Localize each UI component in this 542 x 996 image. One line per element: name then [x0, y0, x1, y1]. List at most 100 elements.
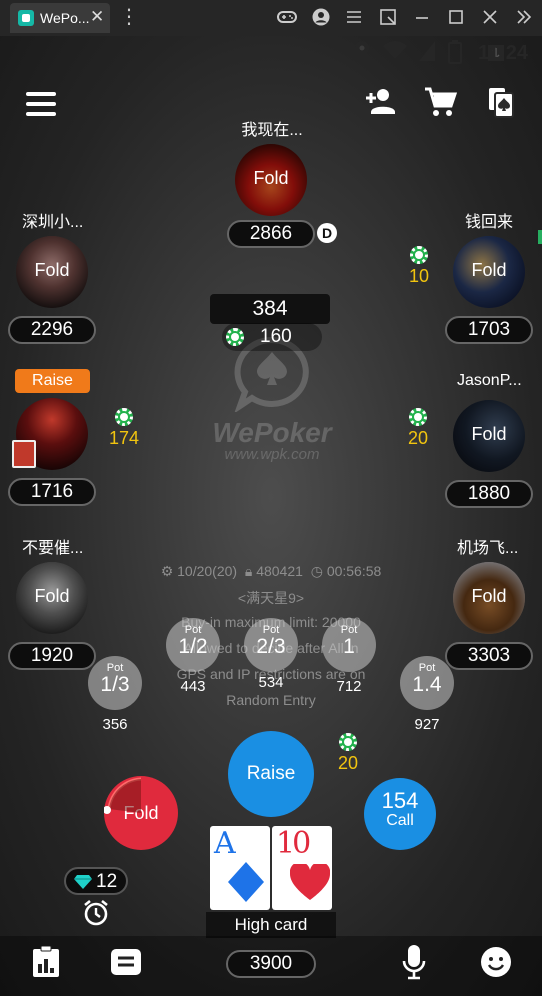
- heart-suit-icon: [290, 864, 330, 900]
- rule-line: Random Entry: [226, 692, 316, 708]
- pot-amount: 534: [258, 674, 284, 691]
- player-name: 不要催...: [22, 540, 84, 557]
- more-vertical-icon[interactable]: ⋮: [118, 6, 140, 28]
- minimize-icon[interactable]: [411, 6, 433, 28]
- seat-right-mid[interactable]: JasonP... Fold 1880: [445, 372, 535, 522]
- edge-indicator: [538, 230, 542, 244]
- bet-amount: 20: [337, 753, 359, 773]
- call-amount: 154: [381, 788, 419, 813]
- bet-amount: 174: [108, 428, 140, 448]
- shop-cart-icon[interactable]: [422, 84, 458, 120]
- diamond-balance[interactable]: 12: [64, 867, 128, 895]
- player-stack: 1703: [445, 316, 533, 344]
- call-label: Call: [386, 812, 414, 829]
- pot-fraction: 1: [343, 635, 355, 658]
- player-bet: 20: [398, 408, 438, 449]
- location-icon: [355, 41, 369, 61]
- pot-full-button[interactable]: Pot 1: [322, 618, 376, 672]
- player-name: 深圳小...: [22, 214, 84, 231]
- status-bar: 11:24: [0, 36, 542, 72]
- app-logo-icon: [18, 10, 34, 26]
- room-name: <满天星9>: [237, 590, 305, 606]
- dealer-button: D: [317, 223, 337, 243]
- diamond-suit-icon: [228, 862, 264, 902]
- call-button[interactable]: 154 Call: [364, 778, 436, 850]
- window-titlebar: WePo... ✕ ⋮: [0, 0, 542, 36]
- avatar: Fold: [235, 144, 307, 216]
- add-friend-icon[interactable]: [362, 84, 398, 120]
- chip-icon: [409, 408, 427, 426]
- bet-amount: 10: [408, 266, 430, 286]
- sidebar-expand-icon[interactable]: [513, 6, 535, 28]
- seat-right-low[interactable]: 机场飞... Fold 3303: [445, 534, 535, 684]
- gamepad-icon[interactable]: [276, 6, 298, 28]
- hamburger-icon[interactable]: [343, 6, 365, 28]
- pot-fraction: 1/2: [178, 635, 208, 658]
- pot-total: 384: [210, 294, 330, 324]
- hand-rank-label: High card: [234, 915, 308, 934]
- pot-two-thirds-button[interactable]: Pot 2/3: [244, 618, 298, 672]
- menu-icon[interactable]: [26, 92, 56, 116]
- signal-icon: [419, 41, 435, 61]
- seat-top[interactable]: 我现在... Fold 2866: [227, 116, 317, 266]
- statistics-icon[interactable]: [32, 946, 60, 978]
- maximize-icon[interactable]: [445, 6, 467, 28]
- avatar: Fold: [453, 236, 525, 308]
- fold-status: Fold: [34, 260, 70, 280]
- chip-icon: [339, 733, 357, 751]
- watermark-url: www.wpk.com: [224, 446, 320, 463]
- chip-icon: [226, 328, 244, 346]
- fold-status: Fold: [471, 260, 507, 280]
- raise-button[interactable]: Raise: [228, 731, 314, 817]
- fold-button-wrap[interactable]: Fold: [104, 776, 178, 850]
- emoji-icon[interactable]: [480, 946, 512, 978]
- seat-left-top[interactable]: 深圳小... Fold 2296: [8, 208, 98, 358]
- blinds-icon: ⚙: [160, 563, 174, 579]
- seat-left-low[interactable]: 不要催... Fold 1920: [8, 534, 98, 684]
- pot-amount: 927: [414, 716, 440, 733]
- seat-right-top[interactable]: 钱回来 Fold 1703: [445, 208, 535, 358]
- tab-close-icon[interactable]: ✕: [90, 7, 104, 27]
- pin-window-icon[interactable]: [377, 6, 399, 28]
- player-stack: 1880: [445, 480, 533, 508]
- card-rank: 10: [276, 826, 311, 861]
- player-bet: 174: [104, 408, 144, 449]
- hand-history-icon[interactable]: [484, 84, 520, 120]
- account-icon[interactable]: [310, 6, 332, 28]
- watermark-brand: WePoker: [212, 417, 332, 448]
- pot-amount: 712: [336, 678, 362, 695]
- pot-sub: 160: [222, 323, 322, 351]
- player-name: JasonP...: [457, 372, 522, 389]
- hero-bet: 20: [328, 733, 368, 774]
- chat-message-icon[interactable]: [110, 948, 142, 976]
- player-name: 我现在...: [241, 122, 303, 139]
- status-time: 11:24: [477, 42, 528, 64]
- chip-icon: [410, 246, 428, 264]
- poker-table: 11:24 WePoker www.wpk.com 我现在... Fold 28…: [0, 36, 542, 996]
- my-stack: 3900: [226, 950, 316, 978]
- clock-icon: ◷: [310, 563, 323, 579]
- alarm-clock-icon[interactable]: [82, 899, 110, 927]
- player-stack: 2866: [227, 220, 315, 248]
- lock-icon: 🔒︎: [244, 563, 253, 579]
- tab-title: WePo...: [40, 10, 90, 26]
- browser-tab[interactable]: WePo... ✕: [10, 3, 110, 33]
- pot-fraction: 2/3: [256, 635, 286, 658]
- pot-sub-amount: 160: [260, 326, 292, 347]
- pot-amount: 356: [102, 716, 128, 733]
- wifi-icon: [383, 41, 407, 59]
- pot-third-button[interactable]: Pot 1/3: [88, 656, 142, 710]
- pot-amount: 443: [180, 678, 206, 695]
- pot-1-4-button[interactable]: Pot 1.4: [400, 656, 454, 710]
- pot-half-button[interactable]: Pot 1/2: [166, 618, 220, 672]
- close-icon[interactable]: [479, 6, 501, 28]
- player-stack: 1716: [8, 478, 96, 506]
- avatar: Fold: [453, 400, 525, 472]
- pot-fraction: 1.4: [412, 673, 442, 696]
- wepoker-watermark: WePoker www.wpk.com: [210, 336, 334, 463]
- microphone-icon[interactable]: [402, 944, 426, 980]
- room-id: 480421: [256, 563, 303, 579]
- fold-status: Fold: [471, 424, 507, 444]
- player-name: 机场飞...: [457, 540, 519, 557]
- pot-fraction: 1/3: [100, 673, 130, 696]
